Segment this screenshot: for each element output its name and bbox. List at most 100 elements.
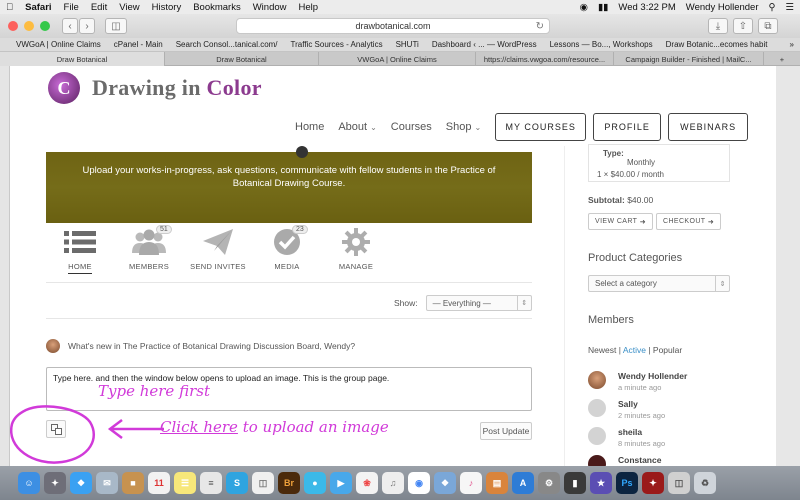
group-nav-members[interactable]: 51 MEMBERS [119, 225, 179, 274]
battery-icon[interactable]: ▮▮ [598, 2, 608, 13]
menubar-clock[interactable]: Wed 3:22 PM [618, 2, 675, 13]
tab-draw-botanical-2[interactable]: Draw Botanical [165, 52, 319, 66]
member-item[interactable]: Wendy Hollender a minute ago [588, 371, 687, 392]
nav-home[interactable]: Home [295, 121, 324, 133]
bookmark-item[interactable]: Draw Botanic...ecomes habit [666, 40, 768, 49]
ibooks-icon[interactable]: ▤ [486, 472, 508, 494]
appstore-icon[interactable]: A [512, 472, 534, 494]
member-item[interactable]: Sally 2 minutes ago [588, 399, 665, 420]
close-window-icon[interactable] [8, 21, 18, 31]
profile-button[interactable]: PROFILE [593, 113, 662, 141]
sidebar-toggle-button[interactable]: ◫ [105, 18, 127, 34]
documents-icon[interactable]: ◫ [668, 472, 690, 494]
wifi-icon[interactable]: ◉ [580, 2, 588, 13]
share-button[interactable]: ⇧ [733, 18, 753, 34]
nav-courses[interactable]: Courses [391, 121, 432, 133]
notes-icon[interactable]: ☰ [174, 472, 196, 494]
webinars-button[interactable]: WEBINARS [668, 113, 749, 141]
acrobat-icon[interactable]: ✦ [642, 472, 664, 494]
menu-edit[interactable]: Edit [91, 2, 107, 13]
checkout-button[interactable]: CHECKOUT ➜ [656, 213, 722, 230]
menu-view[interactable]: View [119, 2, 139, 13]
tab-campaign-builder[interactable]: Campaign Builder - Finished | MailC... [614, 52, 764, 66]
contacts-icon[interactable]: ■ [122, 472, 144, 494]
tabs-overview-button[interactable]: ⧉ [758, 18, 778, 34]
activity-filter: Show: — Everything — ⇕ [394, 295, 532, 311]
filter-newest[interactable]: Newest [588, 345, 616, 355]
menu-bookmarks[interactable]: Bookmarks [193, 2, 241, 13]
bookmark-item[interactable]: Search Consol...tanical.com/ [176, 40, 278, 49]
spotlight-icon[interactable]: ⚲ [769, 2, 776, 13]
members-filter: Newest | Active | Popular [588, 345, 683, 355]
site-logo[interactable]: C Drawing in Color [48, 72, 262, 104]
reload-icon[interactable]: ↻ [536, 21, 544, 32]
more-bookmarks-icon[interactable]: » [790, 40, 794, 49]
back-button[interactable]: ‹ [62, 18, 78, 34]
imovie-icon[interactable]: ★ [590, 472, 612, 494]
tab-claims[interactable]: https://claims.vwgoa.com/resource... [476, 52, 614, 66]
system-preferences-icon[interactable]: ⚙ [538, 472, 560, 494]
filter-popular[interactable]: Popular [653, 345, 682, 355]
tab-vwgoa[interactable]: VWGoA | Online Claims [319, 52, 476, 66]
mail-icon[interactable]: ✉ [96, 472, 118, 494]
menubar-user[interactable]: Wendy Hollender [686, 2, 759, 13]
menu-file[interactable]: File [64, 2, 79, 13]
preview-icon[interactable]: ◫ [252, 472, 274, 494]
itunes-icon[interactable]: ♫ [382, 472, 404, 494]
trash-icon[interactable]: ♻ [694, 472, 716, 494]
skype-icon[interactable]: S [226, 472, 248, 494]
bookmark-item[interactable]: Dashboard ‹ ... — WordPress [432, 40, 537, 49]
group-nav-manage[interactable]: MANAGE [326, 228, 386, 274]
nav-about[interactable]: About ⌄ [338, 121, 376, 133]
facetime-icon[interactable]: ▶ [330, 472, 352, 494]
group-nav-send-invites[interactable]: SEND INVITES [188, 228, 248, 274]
menu-history[interactable]: History [152, 2, 182, 13]
finder-icon[interactable]: ☺ [18, 472, 40, 494]
group-nav-media[interactable]: 23 MEDIA [257, 225, 317, 274]
bookmark-item[interactable]: SHUTi [396, 40, 419, 49]
maximize-window-icon[interactable] [40, 21, 50, 31]
reminders-icon[interactable]: ≡ [200, 472, 222, 494]
messages-icon[interactable]: ● [304, 472, 326, 494]
upload-image-button[interactable] [46, 420, 66, 438]
group-nav-home[interactable]: HOME [50, 228, 110, 274]
mac-menu-bar:  Safari File Edit View History Bookmark… [0, 0, 800, 14]
launchpad-icon[interactable]: ✦ [44, 472, 66, 494]
member-item[interactable]: Constance [588, 455, 661, 466]
downloads-button[interactable]: ⤓ [708, 18, 728, 34]
new-tab-button[interactable]: + [764, 52, 800, 66]
category-select[interactable]: Select a category ⇕ [588, 275, 730, 292]
post-update-button[interactable]: Post Update [480, 422, 532, 440]
my-courses-button[interactable]: MY COURSES [495, 113, 587, 141]
forward-button[interactable]: › [79, 18, 95, 34]
bookmark-item[interactable]: VWGoA | Online Claims [16, 40, 101, 49]
member-item[interactable]: sheila 8 minutes ago [588, 427, 665, 448]
dropbox-icon[interactable]: ❖ [434, 472, 456, 494]
nav-shop[interactable]: Shop ⌄ [446, 121, 481, 133]
chrome-icon[interactable]: ◉ [408, 472, 430, 494]
bridge-icon[interactable]: Br [278, 472, 300, 494]
bookmark-item[interactable]: Traffic Sources - Analytics [291, 40, 383, 49]
view-cart-button[interactable]: VIEW CART ➜ [588, 213, 653, 230]
photoshop-icon[interactable]: Ps [616, 472, 638, 494]
tab-draw-botanical-1[interactable]: Draw Botanical [0, 52, 165, 66]
music-icon[interactable]: ♪ [460, 472, 482, 494]
address-bar[interactable]: drawbotanical.com ↻ [236, 18, 550, 34]
activity-filter-select[interactable]: — Everything — ⇕ [425, 295, 532, 311]
photos-icon[interactable]: ❀ [356, 472, 378, 494]
apple-menu-icon[interactable]:  [6, 2, 13, 13]
filter-active[interactable]: Active [623, 345, 646, 355]
calendar-icon[interactable]: 11 [148, 472, 170, 494]
menu-help[interactable]: Help [299, 2, 319, 13]
group-banner: Upload your works-in-progress, ask quest… [46, 146, 532, 223]
menu-window[interactable]: Window [253, 2, 287, 13]
menu-app[interactable]: Safari [25, 2, 51, 13]
whats-new-prompt: What's new in The Practice of Botanical … [46, 339, 355, 353]
minimize-window-icon[interactable] [24, 21, 34, 31]
bookmark-item[interactable]: Lessons — Bo..., Workshops [550, 40, 653, 49]
bookmark-item[interactable]: cPanel - Main [114, 40, 163, 49]
notification-icon[interactable]: ☰ [785, 2, 794, 13]
terminal-icon[interactable]: ▮ [564, 472, 586, 494]
member-info: sheila 8 minutes ago [618, 427, 665, 448]
safari-icon[interactable]: ❖ [70, 472, 92, 494]
